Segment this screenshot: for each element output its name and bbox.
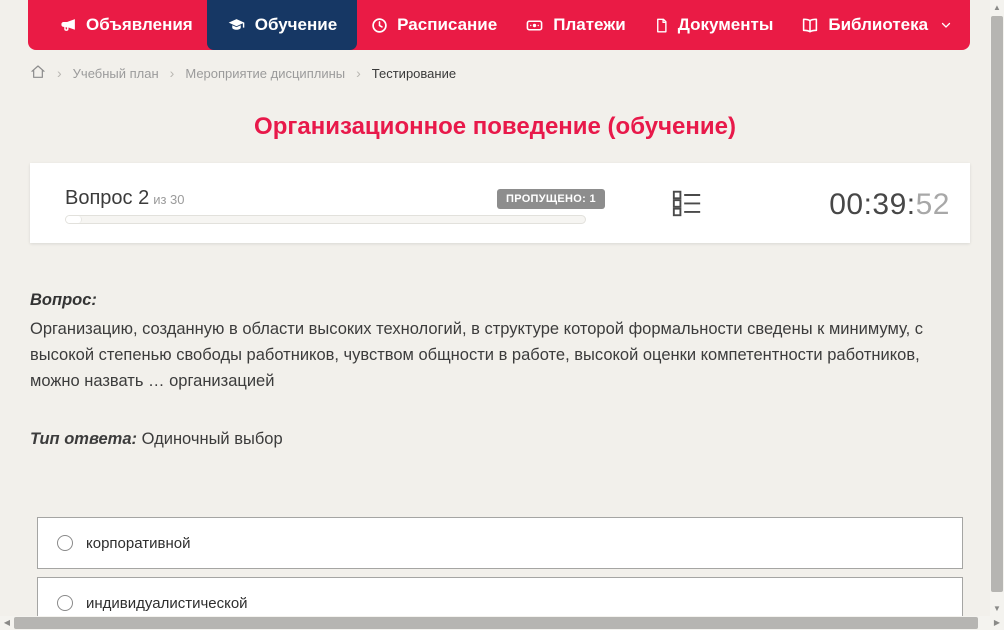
scroll-down-button[interactable]: ▼ [990,601,1004,616]
answer-type-value: Одиночный выбор [141,430,283,448]
answer-type-row: Тип ответа: Одиночный выбор [30,430,283,449]
progress-bar [65,215,586,224]
question-number-label: Вопрос 2 [65,187,150,209]
breadcrumb-item-curriculum[interactable]: Учебный план [73,66,159,81]
nav-item-label: Расписание [397,15,498,34]
nav-item-label: Обучение [254,15,338,34]
horizontal-scrollbar[interactable]: ◀ ▶ [0,616,1004,630]
timer: 00:39:52 [829,188,950,222]
nav-item-label: Библиотека [828,15,929,34]
scroll-left-button[interactable]: ◀ [0,616,14,630]
open-book-icon [801,17,819,34]
breadcrumb-separator: › [57,65,62,81]
nav-item-library[interactable]: Библиотека [787,0,966,50]
nav-item-label: Документы [677,15,774,34]
nav-item-schedule[interactable]: Расписание [357,0,511,50]
radio-button[interactable] [57,595,73,611]
nav-item-learning[interactable]: Обучение [206,0,358,50]
nav-item-announcements[interactable]: Объявления [46,0,207,50]
answer-option-label: индивидуалистической [86,594,248,612]
breadcrumb-item-discipline-event[interactable]: Мероприятие дисциплины [185,66,345,81]
horizontal-scroll-thumb[interactable] [14,617,978,629]
home-icon [30,64,46,83]
question-text: Организацию, созданную в области высоких… [30,320,923,390]
question-panel: Вопрос 2 из 30 ПРОПУЩЕНО: 1 00:39:52 [30,163,970,243]
question-total: из 30 [153,192,185,207]
answer-option[interactable]: корпоративной [37,517,963,569]
question-list-button[interactable] [670,189,704,221]
scroll-right-button[interactable]: ▶ [990,616,1004,630]
scroll-up-button[interactable]: ▲ [990,0,1004,15]
clock-icon [371,17,388,34]
radio-button[interactable] [57,535,73,551]
timer-main: 00:39: [829,188,916,221]
question-prompt-label: Вопрос: [30,291,97,309]
breadcrumb-separator: › [356,65,361,81]
skipped-badge: ПРОПУЩЕНО: 1 [497,189,605,209]
main-nav: Объявления Обучение Расписание Платежи Д… [28,0,970,50]
list-icon [671,188,703,223]
vertical-scrollbar[interactable]: ▲ ▼ [990,0,1004,616]
answer-option-label: корпоративной [86,534,191,552]
document-icon [654,17,669,34]
question-number: Вопрос 2 из 30 [65,187,185,210]
graduation-cap-icon [227,17,246,34]
timer-seconds: 52 [915,188,950,221]
banknote-icon [525,17,544,34]
megaphone-icon [60,17,77,34]
nav-item-documents[interactable]: Документы [640,0,788,50]
breadcrumb-home[interactable] [30,64,46,83]
breadcrumb: › Учебный план › Мероприятие дисциплины … [30,60,456,86]
nav-item-label: Платежи [553,15,626,34]
vertical-scroll-thumb[interactable] [991,16,1003,592]
chevron-down-icon [940,19,952,31]
breadcrumb-item-testing: Тестирование [371,65,457,81]
nav-item-label: Объявления [86,15,193,34]
page-title: Организационное поведение (обучение) [254,113,736,140]
answer-type-label: Тип ответа: [30,430,138,448]
progress-fill [66,216,82,223]
nav-item-payments[interactable]: Платежи [511,0,640,50]
breadcrumb-separator: › [169,65,175,81]
